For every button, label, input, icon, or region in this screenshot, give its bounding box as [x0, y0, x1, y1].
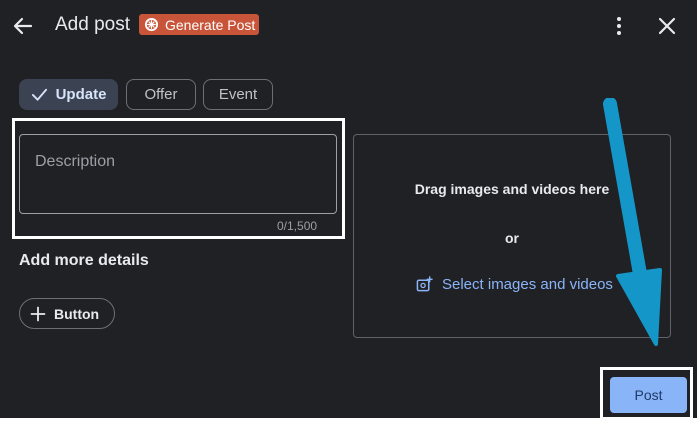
tab-offer-label: Offer: [144, 86, 178, 103]
add-more-details-heading: Add more details: [19, 252, 149, 269]
select-media-label: Select images and videos: [442, 276, 613, 293]
close-button[interactable]: [656, 15, 678, 37]
tab-offer[interactable]: Offer: [126, 79, 196, 110]
annotation-arrow-icon: [603, 98, 662, 346]
more-options-button[interactable]: [608, 14, 630, 38]
add-post-dialog: Add post Generate Post Update Offer Even…: [0, 0, 697, 420]
select-media-link[interactable]: Select images and videos: [416, 276, 613, 293]
dialog-title: Add post: [55, 14, 130, 35]
tab-update-label: Update: [55, 86, 107, 103]
tab-event[interactable]: Event: [203, 79, 273, 110]
add-photo-icon: [416, 276, 433, 292]
bottom-strip: [0, 418, 697, 427]
more-vert-icon: [617, 17, 621, 35]
add-button-label: Button: [54, 305, 100, 322]
back-button[interactable]: [10, 13, 36, 39]
arrow-back-icon: [13, 17, 33, 35]
character-count: 0/1,500: [277, 219, 318, 233]
tab-event-label: Event: [218, 86, 258, 103]
tab-update[interactable]: Update: [19, 79, 118, 110]
generate-post-label: Generate Post: [165, 16, 256, 33]
post-button[interactable]: Post: [610, 377, 687, 413]
sparkle-badge-icon: [144, 17, 159, 32]
check-icon: [31, 88, 47, 101]
plus-icon: [30, 306, 46, 321]
description-input[interactable]: [19, 134, 337, 214]
add-button-button[interactable]: Button: [19, 298, 115, 329]
close-icon: [658, 17, 676, 35]
generate-post-button[interactable]: Generate Post: [139, 14, 259, 35]
